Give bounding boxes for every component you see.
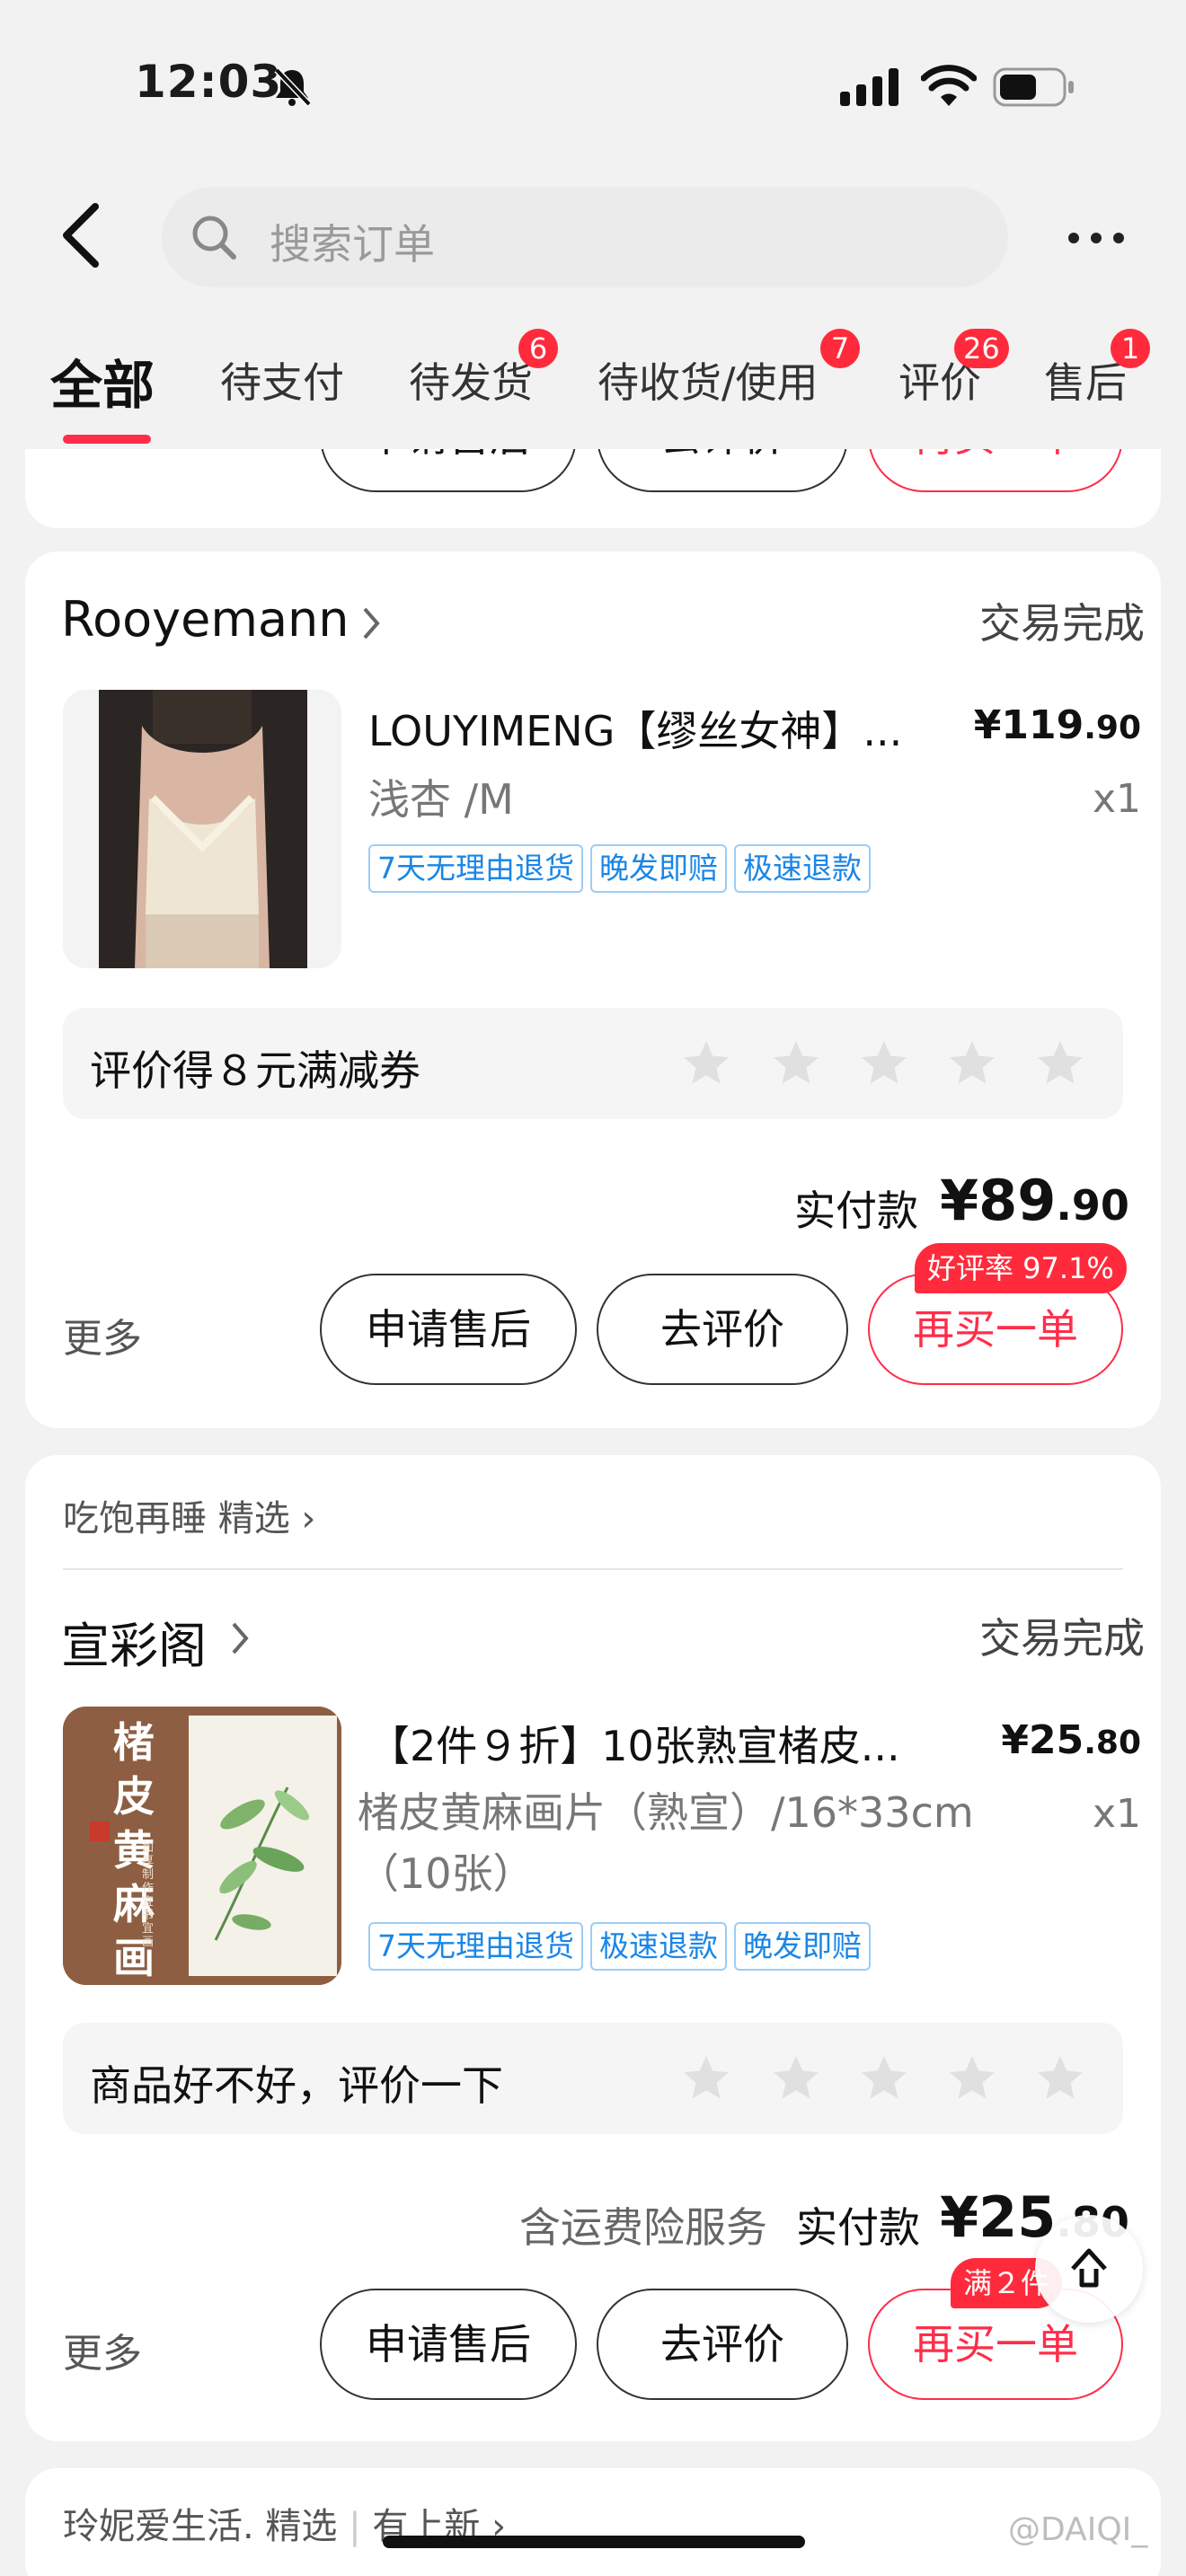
- cellular-signal-icon: [840, 68, 898, 106]
- search-input[interactable]: 搜索订单: [162, 187, 1008, 287]
- product-quantity: x1: [1092, 1791, 1141, 1837]
- search-placeholder: 搜索订单: [270, 220, 435, 269]
- star-icon[interactable]: [1033, 2051, 1087, 2105]
- shipping-insurance-note: 含运费险服务: [519, 2203, 767, 2252]
- source-name: 玲妮爱生活. 精选: [63, 2506, 338, 2547]
- more-link[interactable]: 更多: [63, 2321, 142, 2378]
- badge-pending-receipt: 7: [820, 329, 860, 368]
- star-icon[interactable]: [769, 2051, 823, 2105]
- product-title[interactable]: 【2件９折】10张熟宣楮皮...: [368, 1714, 900, 1773]
- order-status: 交易完成: [979, 1614, 1145, 1663]
- star-icon[interactable]: [769, 1037, 823, 1090]
- thumb-subcaption: 加厚制作 宜书宜画: [142, 1841, 155, 1949]
- price-integer: ¥119: [973, 702, 1084, 748]
- star-icon[interactable]: [857, 2051, 911, 2105]
- paid-decimal: .90: [1056, 1181, 1129, 1230]
- chevron-right-icon[interactable]: [358, 604, 385, 643]
- product-quantity: x1: [1092, 776, 1141, 822]
- search-icon: [192, 216, 236, 260]
- review-prompt-box[interactable]: 商品好不好，评价一下: [63, 2023, 1123, 2134]
- order-card-next: 玲妮爱生活. 精选 | 有上新 ›: [25, 2468, 1161, 2576]
- product-price: ¥25.80: [1001, 1717, 1141, 1763]
- tab-pending-payment[interactable]: 待支付: [220, 350, 344, 410]
- scroll-to-top-button[interactable]: [1035, 2215, 1143, 2323]
- badge-review: 26: [954, 329, 1009, 368]
- order-tabs: 全部 待支付 待发货 6 待收货/使用 7 评价 26 售后 1: [0, 323, 1186, 449]
- paid-integer: ¥89: [940, 1168, 1057, 1233]
- apply-after-sale-button[interactable]: 申请售后: [320, 2289, 577, 2400]
- source-line[interactable]: 吃饱再睡 精选 ›: [63, 1489, 315, 1541]
- service-tags: 7天无理由退货 极速退款 晚发即赔: [368, 1922, 871, 1971]
- product-image[interactable]: 楮皮黄麻画片 加厚制作 宜书宜画: [63, 1707, 341, 1985]
- paid-amount: ¥89.90: [940, 1168, 1129, 1233]
- watermark: @DAIQI_: [1008, 2511, 1148, 2548]
- price-decimal: .90: [1084, 710, 1141, 746]
- review-prompt-box[interactable]: 评价得８元满减券: [63, 1008, 1123, 1119]
- paid-integer: ¥25: [940, 2184, 1057, 2250]
- more-options-icon[interactable]: [1065, 229, 1128, 247]
- tab-all[interactable]: 全部: [50, 343, 155, 419]
- active-tab-indicator: [63, 435, 151, 444]
- apply-after-sale-button[interactable]: 申请售后: [320, 1274, 577, 1385]
- product-sku: 楮皮黄麻画片（熟宣）/16*33cm（10张）: [358, 1788, 974, 1898]
- review-button[interactable]: 去评价: [597, 1274, 848, 1385]
- source-name: 吃饱再睡 精选: [63, 1498, 290, 1539]
- service-tags: 7天无理由退货 晚发即赔 极速退款: [368, 844, 871, 893]
- back-arrow-icon[interactable]: [56, 199, 110, 271]
- service-tag: 7天无理由退货: [368, 1922, 583, 1971]
- review-prompt-text: 评价得８元满减券: [90, 1046, 420, 1095]
- chevron-right-icon[interactable]: [226, 1619, 253, 1658]
- more-link[interactable]: 更多: [63, 1306, 142, 1363]
- star-icon[interactable]: [679, 1037, 733, 1090]
- wifi-icon: [921, 65, 977, 106]
- product-image[interactable]: [63, 690, 341, 968]
- star-icon[interactable]: [857, 1037, 911, 1090]
- service-tag: 极速退款: [734, 844, 871, 893]
- bell-muted-icon: [274, 67, 312, 107]
- paid-amount-label: 实付款: [794, 1187, 918, 1235]
- service-tag: 晚发即赔: [590, 844, 727, 893]
- rating-tag: 好评率 97.1%: [915, 1243, 1127, 1293]
- service-tag: 极速退款: [590, 1922, 727, 1971]
- review-button[interactable]: 去评价: [597, 2289, 848, 2400]
- star-icon[interactable]: [945, 1037, 999, 1090]
- order-card: 吃饱再睡 精选 › 宣彩阁 交易完成 楮皮黄麻画片 加厚制作 宜书宜画 【2件９…: [25, 1455, 1161, 2441]
- order-status: 交易完成: [979, 599, 1145, 648]
- price-decimal: .80: [1084, 1725, 1141, 1761]
- paid-amount-label: 实付款: [796, 2203, 920, 2252]
- service-tag: 7天无理由退货: [368, 844, 583, 893]
- thumb-caption: 楮皮黄麻画片: [113, 1718, 155, 1982]
- price-integer: ¥25: [1001, 1717, 1084, 1763]
- star-icon[interactable]: [945, 2051, 999, 2105]
- home-indicator: [383, 2536, 805, 2548]
- product-title[interactable]: LOUYIMENG【缪丝女神】...: [368, 699, 902, 758]
- divider: [63, 1568, 1123, 1570]
- tab-pending-receipt[interactable]: 待收货/使用: [597, 350, 819, 410]
- status-time: 12:03: [135, 56, 283, 108]
- order-card: Rooyemann 交易完成 LOUYIMENG【缪丝女神】... ¥119.9…: [25, 551, 1161, 1428]
- battery-icon: [993, 67, 1074, 107]
- badge-after-sale: 1: [1111, 329, 1150, 368]
- service-tag: 晚发即赔: [734, 1922, 871, 1971]
- star-icon[interactable]: [679, 2051, 733, 2105]
- product-price: ¥119.90: [974, 702, 1141, 748]
- star-icon[interactable]: [1033, 1037, 1087, 1090]
- arrow-up-icon: [1071, 2248, 1107, 2288]
- tab-pending-shipment[interactable]: 待发货: [409, 350, 533, 410]
- product-sku: 浅杏 /M: [368, 775, 514, 824]
- shop-name[interactable]: Rooyemann: [61, 591, 350, 648]
- shop-name[interactable]: 宣彩阁: [61, 1606, 207, 1677]
- badge-pending-shipment: 6: [518, 329, 558, 368]
- review-prompt-text: 商品好不好，评价一下: [90, 2061, 503, 2110]
